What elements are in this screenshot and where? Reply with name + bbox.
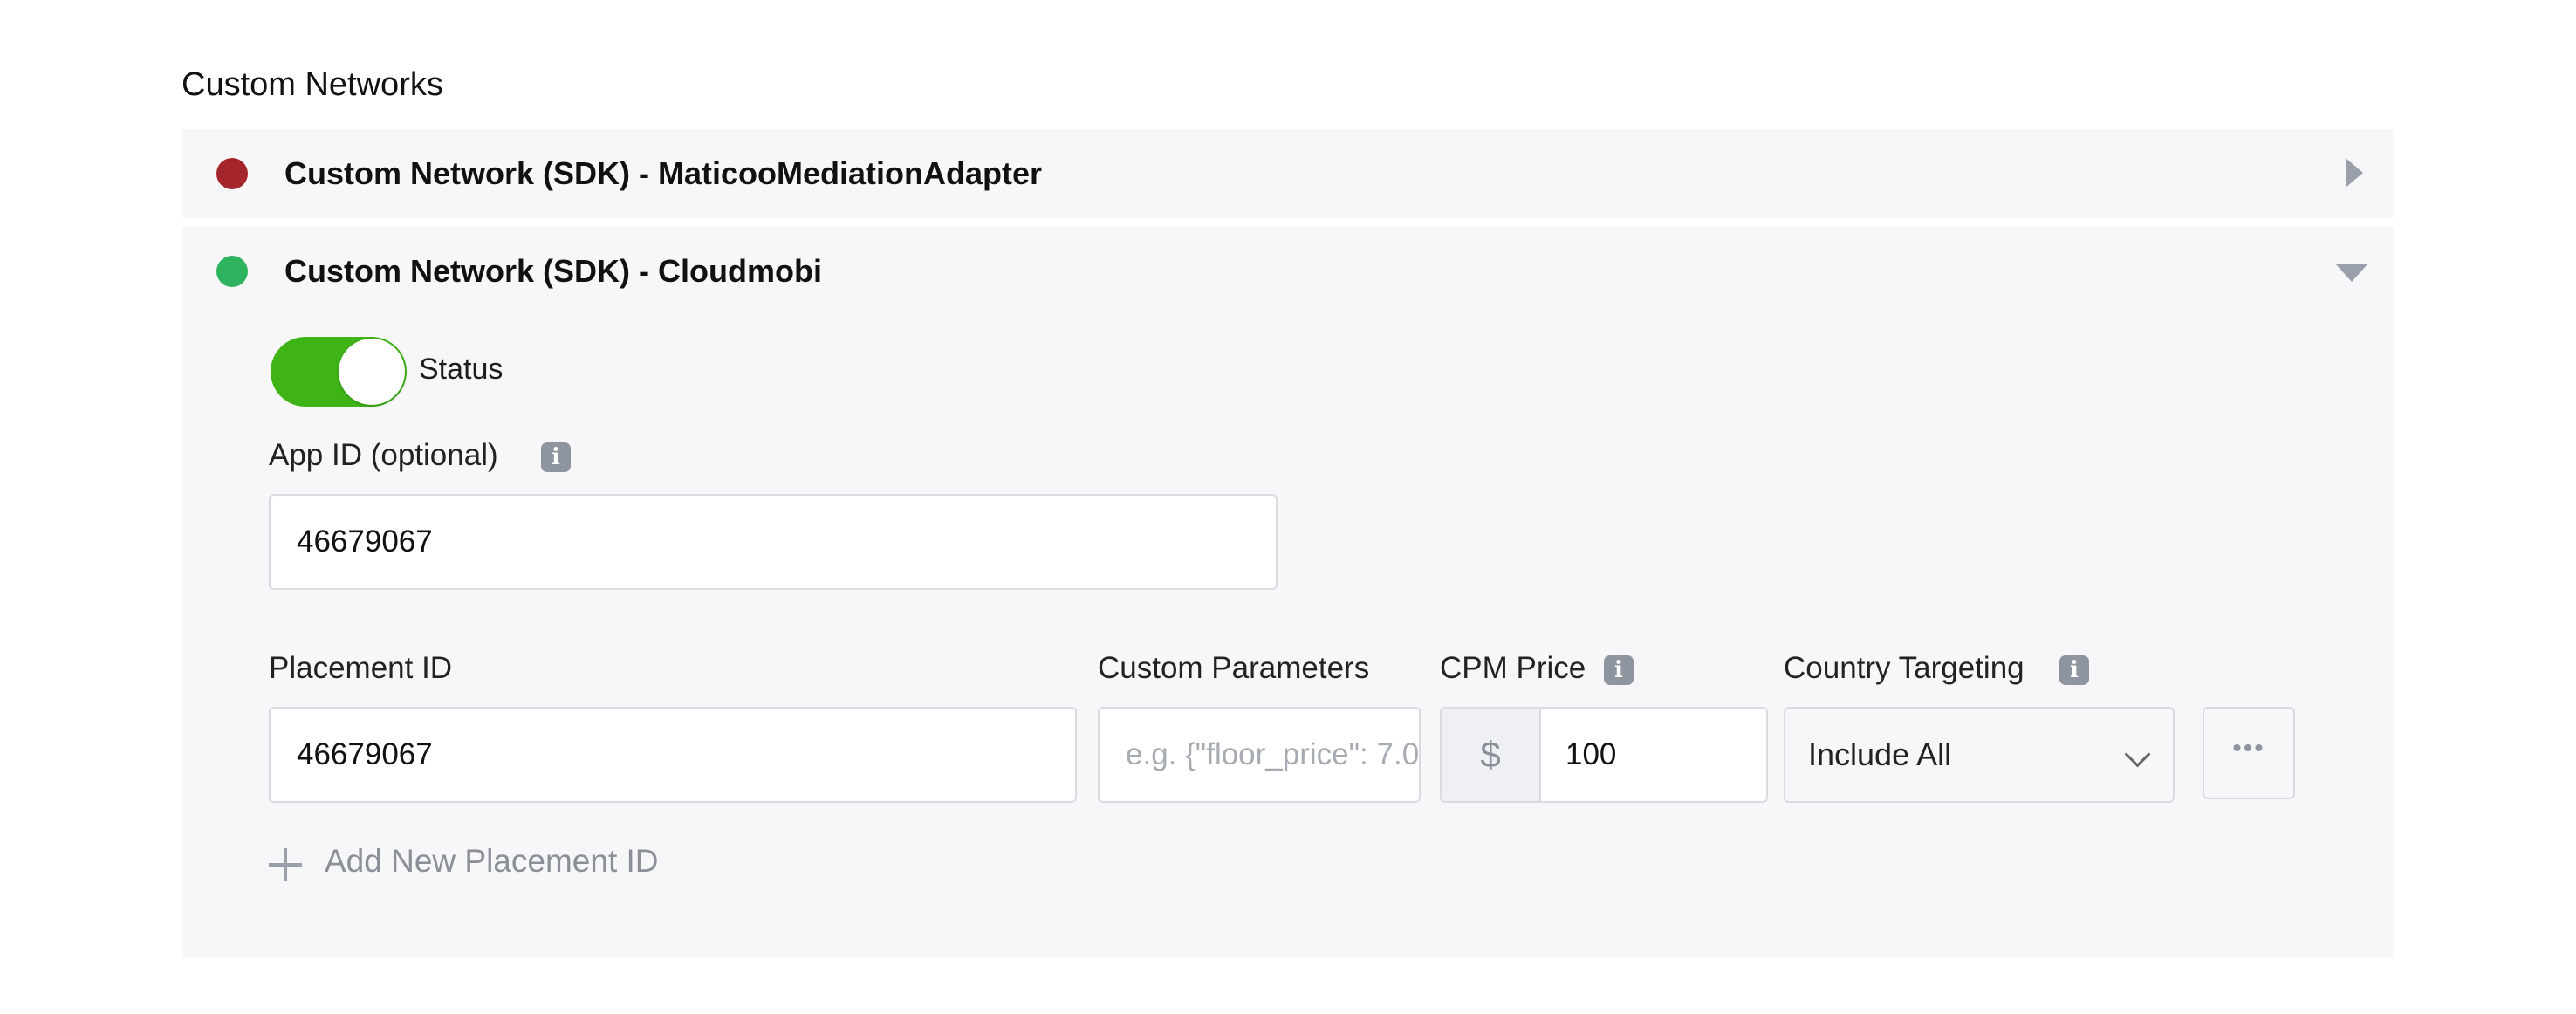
- more-dots-icon: •••: [2232, 734, 2265, 763]
- network-header[interactable]: Custom Network (SDK) - Cloudmobi: [182, 227, 2394, 316]
- network-title: Custom Network (SDK) - Cloudmobi: [284, 253, 822, 289]
- network-header[interactable]: Custom Network (SDK) - MaticooMediationA…: [182, 129, 2394, 218]
- info-icon[interactable]: i: [1604, 655, 1634, 685]
- status-dot-inactive: [216, 158, 248, 189]
- collapse-caret-icon[interactable]: [2335, 264, 2368, 282]
- info-icon[interactable]: i: [541, 442, 571, 472]
- more-options-button[interactable]: •••: [2203, 707, 2295, 799]
- app-id-label: App ID (optional): [269, 438, 498, 472]
- placement-id-input[interactable]: 46679067: [269, 707, 1077, 803]
- status-toggle[interactable]: [271, 337, 407, 407]
- chevron-down-icon: [2124, 741, 2151, 768]
- toggle-knob: [339, 339, 405, 405]
- section-title: Custom Networks: [182, 66, 443, 103]
- status-dot-active: [216, 256, 248, 287]
- add-placement-label: Add New Placement ID: [325, 843, 659, 879]
- info-icon[interactable]: i: [2059, 655, 2089, 685]
- network-row-maticoo[interactable]: Custom Network (SDK) - MaticooMediationA…: [182, 129, 2394, 218]
- country-targeting-select[interactable]: Include All: [1784, 707, 2175, 803]
- network-title: Custom Network (SDK) - MaticooMediationA…: [284, 155, 1043, 191]
- app-id-input[interactable]: 46679067: [269, 494, 1278, 590]
- expand-caret-icon[interactable]: [2346, 158, 2363, 188]
- cpm-price-input[interactable]: 100: [1539, 707, 1768, 803]
- cpm-price-label: CPM Price: [1440, 651, 1586, 685]
- custom-parameters-label: Custom Parameters: [1098, 651, 1370, 685]
- status-label: Status: [419, 353, 504, 386]
- custom-parameters-input[interactable]: e.g. {"floor_price": 7.0}: [1098, 707, 1421, 803]
- country-targeting-value: Include All: [1808, 737, 1952, 772]
- country-targeting-label: Country Targeting: [1784, 651, 2024, 685]
- plus-icon: [269, 848, 302, 881]
- network-row-cloudmobi: Custom Network (SDK) - Cloudmobi Status …: [182, 227, 2394, 958]
- currency-prefix: $: [1440, 707, 1541, 803]
- placement-id-label: Placement ID: [269, 651, 453, 685]
